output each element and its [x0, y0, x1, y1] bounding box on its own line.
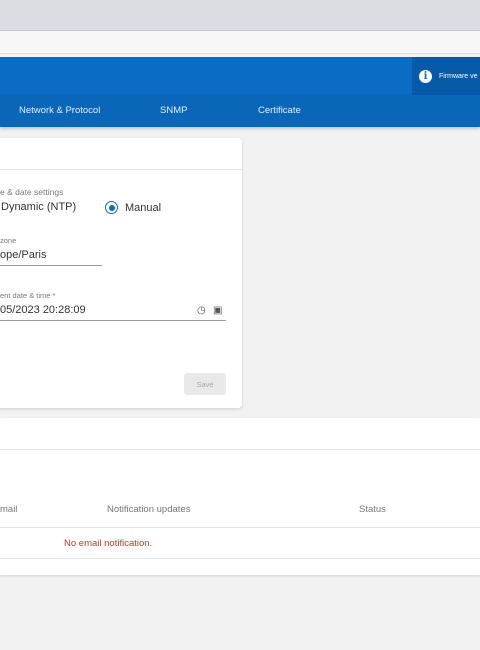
radio-selected-icon: [105, 201, 118, 214]
timezone-field[interactable]: ope/Paris: [0, 249, 46, 261]
timezone-label: zone: [0, 236, 17, 245]
column-notification-updates[interactable]: Notification updates: [107, 504, 190, 515]
table-bottom-rule: [0, 558, 480, 559]
empty-email-message: No email notification.: [64, 538, 153, 549]
datetime-card: e & date settings Dynamic (NTP) Manual z…: [0, 138, 242, 408]
nav-tabs: Network & Protocol SNMP Certificate: [0, 95, 480, 127]
column-status[interactable]: Status: [359, 504, 386, 515]
column-email[interactable]: mail: [0, 504, 17, 515]
timezone-underline: [0, 265, 102, 266]
tab-network-protocol[interactable]: Network & Protocol: [19, 95, 100, 127]
tab-snmp[interactable]: SNMP: [160, 95, 187, 127]
firmware-version-text: Firmware ve: [439, 72, 478, 80]
firmware-info[interactable]: i Firmware ve: [412, 57, 480, 95]
datetime-settings-label: e & date settings: [0, 187, 64, 197]
browser-tab-bar: [0, 0, 480, 31]
radio-manual[interactable]: Manual: [105, 201, 161, 214]
clock-icon[interactable]: ◷: [197, 305, 206, 316]
calendar-icon[interactable]: ▣: [213, 305, 222, 316]
tab-certificate[interactable]: Certificate: [258, 95, 301, 127]
radio-dynamic-label: Dynamic (NTP): [1, 201, 77, 213]
browser-address-bar: [0, 31, 480, 54]
email-notification-card: mail Notification updates Status No emai…: [0, 418, 480, 575]
current-datetime-underline: [0, 320, 226, 321]
app-header: i Firmware ve: [0, 57, 480, 95]
info-icon: i: [419, 69, 432, 83]
radio-manual-label: Manual: [125, 201, 162, 214]
current-datetime-label: ent date & time *: [0, 291, 56, 300]
current-datetime-field[interactable]: 05/2023 20:28:09: [0, 304, 86, 316]
table-header-rule: [0, 527, 480, 528]
save-button[interactable]: Save: [184, 373, 226, 395]
radio-dynamic-ntp[interactable]: Dynamic (NTP): [0, 201, 76, 213]
email-card-divider: [0, 449, 480, 450]
card-divider: [0, 169, 242, 170]
